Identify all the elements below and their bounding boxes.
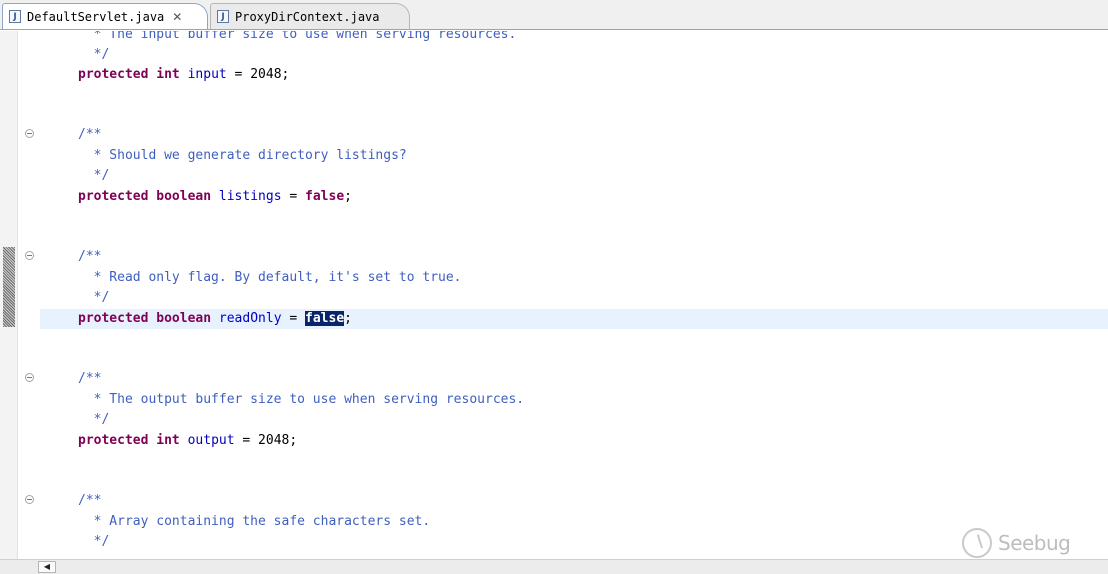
code-line: protected int output = 2048;	[78, 431, 297, 451]
fold-collapse-icon[interactable]	[25, 129, 34, 138]
code-line: /**	[78, 493, 102, 508]
code-line: /**	[78, 127, 102, 142]
tab-label: DefaultServlet.java	[27, 9, 165, 24]
code-line: * Read only flag. By default, it's set t…	[78, 270, 462, 285]
field-name: readOnly	[218, 311, 282, 326]
field-name: listings	[218, 189, 282, 204]
keyword: protected	[78, 67, 149, 82]
keyword: false	[305, 189, 345, 204]
folding-gutter	[18, 31, 40, 559]
close-icon[interactable]: ✕	[172, 10, 182, 24]
code-line: */	[78, 412, 110, 427]
tab-label: ProxyDirContext.java	[235, 9, 380, 24]
keyword: int	[156, 433, 180, 448]
overview-ruler[interactable]	[0, 31, 18, 559]
selected-text[interactable]: false	[305, 311, 345, 326]
watermark-text: Seebug	[998, 531, 1071, 555]
code-line: /**	[78, 371, 102, 386]
code-line: */	[78, 47, 110, 62]
fold-collapse-icon[interactable]	[25, 251, 34, 260]
horizontal-scrollbar[interactable]: ◀	[0, 559, 1108, 574]
keyword: protected	[78, 433, 149, 448]
field-name: input	[187, 67, 227, 82]
code-editor[interactable]: * The input buffer size to use when serv…	[0, 31, 1108, 559]
code-line: */	[78, 290, 110, 305]
watermark: Seebug	[962, 528, 1071, 558]
tab-proxy-dir-context[interactable]: J ProxyDirContext.java	[210, 3, 410, 29]
editor-tab-bar: J DefaultServlet.java ✕ J ProxyDirContex…	[0, 0, 1108, 30]
code-text: =	[281, 189, 306, 204]
tab-default-servlet[interactable]: J DefaultServlet.java ✕	[2, 3, 208, 29]
fold-collapse-icon[interactable]	[25, 495, 34, 504]
keyword: boolean	[156, 311, 212, 326]
code-line: * The input buffer size to use when serv…	[78, 31, 517, 42]
java-file-icon: J	[9, 10, 21, 23]
code-line: */	[78, 534, 110, 549]
ruler-marker[interactable]	[3, 247, 15, 327]
code-line: * The output buffer size to use when ser…	[78, 392, 525, 407]
keyword: int	[156, 67, 180, 82]
java-file-icon: J	[217, 10, 229, 23]
code-line[interactable]: protected boolean readOnly = false;	[78, 309, 352, 329]
keyword: protected	[78, 189, 149, 204]
code-line: */	[78, 168, 110, 183]
code-text: ;	[344, 311, 352, 326]
code-line: * Should we generate directory listings?	[78, 148, 407, 163]
code-text: = 2048;	[226, 67, 290, 82]
seebug-logo-icon	[962, 528, 992, 558]
code-text: =	[281, 311, 306, 326]
scroll-left-button[interactable]: ◀	[38, 561, 56, 573]
keyword: protected	[78, 311, 149, 326]
code-line: protected boolean listings = false;	[78, 187, 352, 207]
code-text: ;	[344, 189, 352, 204]
field-name: output	[187, 433, 235, 448]
code-line: protected int input = 2048;	[78, 65, 289, 85]
code-text: = 2048;	[234, 433, 298, 448]
code-line: * Array containing the safe characters s…	[78, 514, 431, 529]
code-line: /**	[78, 249, 102, 264]
fold-collapse-icon[interactable]	[25, 373, 34, 382]
keyword: boolean	[156, 189, 212, 204]
